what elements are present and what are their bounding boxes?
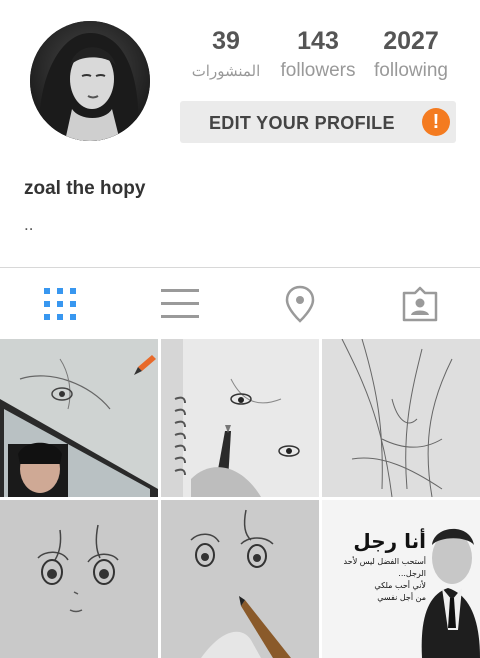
post-thumbnail[interactable]: [161, 339, 319, 497]
post-thumbnail[interactable]: أنا رجل أستحب الفضل ليس لأحد الرجل... لأ…: [322, 500, 480, 658]
poster-title: أنا رجل: [353, 529, 426, 553]
poster-line: أستحب الفضل ليس لأحد الرجل...: [343, 557, 426, 578]
edit-profile-button[interactable]: EDIT YOUR PROFILE !: [180, 101, 456, 143]
tab-tagged[interactable]: [360, 268, 480, 339]
followers-stat[interactable]: 143 followers: [272, 27, 364, 82]
profile-tab-bar: [0, 268, 480, 339]
post-thumbnail[interactable]: [161, 500, 319, 658]
list-icon: [161, 288, 199, 318]
post-image: [161, 339, 319, 497]
post-image: [0, 500, 158, 658]
edit-profile-label: EDIT YOUR PROFILE: [209, 113, 395, 133]
following-label: following: [374, 60, 448, 81]
profile-username: zoal the hopy: [24, 178, 146, 199]
post-thumbnail[interactable]: [322, 339, 480, 497]
posts-label: المنشورات: [191, 63, 261, 80]
followers-count: 143: [297, 27, 339, 55]
following-count: 2027: [383, 27, 439, 55]
poster-text: أنا رجل أستحب الفضل ليس لأحد الرجل... لأ…: [328, 530, 426, 604]
tab-grid-view[interactable]: [0, 268, 120, 339]
alert-icon: !: [422, 108, 450, 136]
post-image: [161, 500, 319, 658]
grid-icon: [44, 287, 76, 320]
profile-bio: ..: [24, 215, 34, 234]
following-stat[interactable]: 2027 following: [366, 27, 456, 82]
posts-count-stat: 39 المنشورات: [186, 27, 266, 80]
followers-label: followers: [280, 60, 356, 81]
post-image: [0, 339, 158, 497]
tagged-photos-icon: [402, 286, 438, 321]
avatar[interactable]: [30, 21, 150, 141]
tab-list-view[interactable]: [120, 268, 240, 339]
post-thumbnail[interactable]: [0, 339, 158, 497]
post-image: [322, 339, 480, 497]
poster-line: من أجل نفسي: [377, 593, 426, 602]
poster-line: لأني أحب ملكي: [374, 581, 426, 590]
tab-places[interactable]: [240, 268, 360, 339]
location-pin-icon: [285, 285, 315, 323]
posts-count: 39: [212, 27, 240, 55]
post-thumbnail[interactable]: [0, 500, 158, 658]
avatar-image: [30, 21, 150, 141]
